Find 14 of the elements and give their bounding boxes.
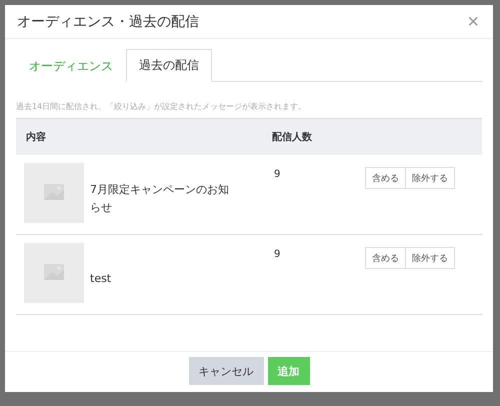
column-header: 配信人数 [272, 130, 313, 144]
hint-text: 過去14日間に配信され、「絞り込み」が設定されたメッセージが表示されます。 [16, 101, 308, 112]
column-header: 内容 [26, 130, 47, 144]
recipient-count: 9 [273, 168, 282, 182]
exclude-button[interactable]: 除外する [405, 167, 455, 189]
exclude-button[interactable]: 除外する [405, 247, 455, 269]
cancel-button[interactable]: キャンセル [188, 357, 264, 385]
dialog-title: オーディエンス・過去の配信 [17, 12, 199, 30]
message-title: 7月限定キャンペーンのお知らせ [90, 182, 230, 216]
recipient-count: 9 [273, 248, 282, 262]
message-title: test [90, 270, 112, 287]
include-button[interactable]: 含める [365, 167, 406, 189]
include-button[interactable]: 含める [365, 247, 406, 269]
tab[interactable]: 過去の配信 [126, 49, 212, 82]
